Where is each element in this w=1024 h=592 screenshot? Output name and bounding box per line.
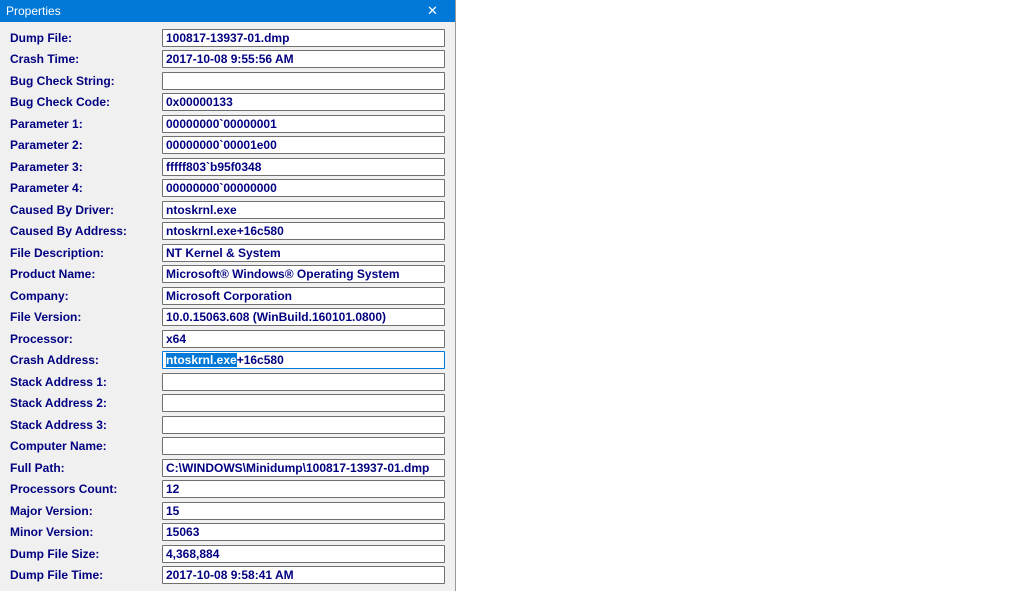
value-crash-addr[interactable]: ntoskrnl.exe+16c580 bbox=[162, 351, 445, 369]
label-bug-check-string: Bug Check String: bbox=[10, 75, 162, 87]
label-file-version: File Version: bbox=[10, 311, 162, 323]
value-param2[interactable]: 00000000`00001e00 bbox=[162, 136, 445, 154]
label-stack2: Stack Address 2: bbox=[10, 397, 162, 409]
row-computer-name: Computer Name: bbox=[10, 437, 445, 456]
label-param4: Parameter 4: bbox=[10, 182, 162, 194]
row-caused-by-addr: Caused By Address: ntoskrnl.exe+16c580 bbox=[10, 222, 445, 241]
row-param4: Parameter 4: 00000000`00000000 bbox=[10, 179, 445, 198]
titlebar[interactable]: Properties ✕ bbox=[0, 0, 455, 22]
value-dump-size[interactable]: 4,368,884 bbox=[162, 545, 445, 563]
row-dump-size: Dump File Size: 4,368,884 bbox=[10, 544, 445, 563]
row-crash-time: Crash Time: 2017-10-08 9:55:56 AM bbox=[10, 50, 445, 69]
properties-content: Dump File: 100817-13937-01.dmp Crash Tim… bbox=[0, 22, 455, 591]
row-file-version: File Version: 10.0.15063.608 (WinBuild.1… bbox=[10, 308, 445, 327]
value-stack2[interactable] bbox=[162, 394, 445, 412]
label-param1: Parameter 1: bbox=[10, 118, 162, 130]
value-caused-by-addr[interactable]: ntoskrnl.exe+16c580 bbox=[162, 222, 445, 240]
row-crash-addr: Crash Address: ntoskrnl.exe+16c580 bbox=[10, 351, 445, 370]
row-proc-count: Processors Count: 12 bbox=[10, 480, 445, 499]
label-computer-name: Computer Name: bbox=[10, 440, 162, 452]
value-computer-name[interactable] bbox=[162, 437, 445, 455]
row-stack1: Stack Address 1: bbox=[10, 372, 445, 391]
value-full-path[interactable]: C:\WINDOWS\Minidump\100817-13937-01.dmp bbox=[162, 459, 445, 477]
value-stack1[interactable] bbox=[162, 373, 445, 391]
value-file-version[interactable]: 10.0.15063.608 (WinBuild.160101.0800) bbox=[162, 308, 445, 326]
value-processor[interactable]: x64 bbox=[162, 330, 445, 348]
row-param1: Parameter 1: 00000000`00000001 bbox=[10, 114, 445, 133]
row-dump-file: Dump File: 100817-13937-01.dmp bbox=[10, 28, 445, 47]
label-caused-by-addr: Caused By Address: bbox=[10, 225, 162, 237]
close-icon: ✕ bbox=[427, 3, 438, 19]
row-bug-check-code: Bug Check Code: 0x00000133 bbox=[10, 93, 445, 112]
row-major-ver: Major Version: 15 bbox=[10, 501, 445, 520]
label-dump-file: Dump File: bbox=[10, 32, 162, 44]
value-dump-file[interactable]: 100817-13937-01.dmp bbox=[162, 29, 445, 47]
label-param2: Parameter 2: bbox=[10, 139, 162, 151]
label-product-name: Product Name: bbox=[10, 268, 162, 280]
value-param4[interactable]: 00000000`00000000 bbox=[162, 179, 445, 197]
label-stack3: Stack Address 3: bbox=[10, 419, 162, 431]
value-caused-by-driver[interactable]: ntoskrnl.exe bbox=[162, 201, 445, 219]
value-param3[interactable]: fffff803`b95f0348 bbox=[162, 158, 445, 176]
label-file-desc: File Description: bbox=[10, 247, 162, 259]
value-param1[interactable]: 00000000`00000001 bbox=[162, 115, 445, 133]
value-product-name[interactable]: Microsoft® Windows® Operating System bbox=[162, 265, 445, 283]
crash-addr-rest: +16c580 bbox=[237, 353, 284, 367]
label-bug-check-code: Bug Check Code: bbox=[10, 96, 162, 108]
label-full-path: Full Path: bbox=[10, 462, 162, 474]
row-processor: Processor: x64 bbox=[10, 329, 445, 348]
label-caused-by-driver: Caused By Driver: bbox=[10, 204, 162, 216]
row-minor-ver: Minor Version: 15063 bbox=[10, 523, 445, 542]
value-major-ver[interactable]: 15 bbox=[162, 502, 445, 520]
value-bug-check-string[interactable] bbox=[162, 72, 445, 90]
window-title: Properties bbox=[6, 4, 61, 18]
value-company[interactable]: Microsoft Corporation bbox=[162, 287, 445, 305]
crash-addr-selection: ntoskrnl.exe bbox=[166, 353, 237, 367]
label-dump-time: Dump File Time: bbox=[10, 569, 162, 581]
row-product-name: Product Name: Microsoft® Windows® Operat… bbox=[10, 265, 445, 284]
label-param3: Parameter 3: bbox=[10, 161, 162, 173]
label-dump-size: Dump File Size: bbox=[10, 548, 162, 560]
label-crash-time: Crash Time: bbox=[10, 53, 162, 65]
row-caused-by-driver: Caused By Driver: ntoskrnl.exe bbox=[10, 200, 445, 219]
label-major-ver: Major Version: bbox=[10, 505, 162, 517]
properties-window: Properties ✕ Dump File: 100817-13937-01.… bbox=[0, 0, 456, 591]
close-button[interactable]: ✕ bbox=[410, 0, 455, 22]
label-crash-addr: Crash Address: bbox=[10, 354, 162, 366]
row-param3: Parameter 3: fffff803`b95f0348 bbox=[10, 157, 445, 176]
label-proc-count: Processors Count: bbox=[10, 483, 162, 495]
value-crash-time[interactable]: 2017-10-08 9:55:56 AM bbox=[162, 50, 445, 68]
label-stack1: Stack Address 1: bbox=[10, 376, 162, 388]
row-file-desc: File Description: NT Kernel & System bbox=[10, 243, 445, 262]
value-minor-ver[interactable]: 15063 bbox=[162, 523, 445, 541]
value-stack3[interactable] bbox=[162, 416, 445, 434]
value-dump-time[interactable]: 2017-10-08 9:58:41 AM bbox=[162, 566, 445, 584]
label-company: Company: bbox=[10, 290, 162, 302]
value-bug-check-code[interactable]: 0x00000133 bbox=[162, 93, 445, 111]
row-full-path: Full Path: C:\WINDOWS\Minidump\100817-13… bbox=[10, 458, 445, 477]
row-dump-time: Dump File Time: 2017-10-08 9:58:41 AM bbox=[10, 566, 445, 585]
row-bug-check-string: Bug Check String: bbox=[10, 71, 445, 90]
label-minor-ver: Minor Version: bbox=[10, 526, 162, 538]
label-processor: Processor: bbox=[10, 333, 162, 345]
value-proc-count[interactable]: 12 bbox=[162, 480, 445, 498]
value-file-desc[interactable]: NT Kernel & System bbox=[162, 244, 445, 262]
row-stack3: Stack Address 3: bbox=[10, 415, 445, 434]
row-param2: Parameter 2: 00000000`00001e00 bbox=[10, 136, 445, 155]
row-stack2: Stack Address 2: bbox=[10, 394, 445, 413]
row-company: Company: Microsoft Corporation bbox=[10, 286, 445, 305]
